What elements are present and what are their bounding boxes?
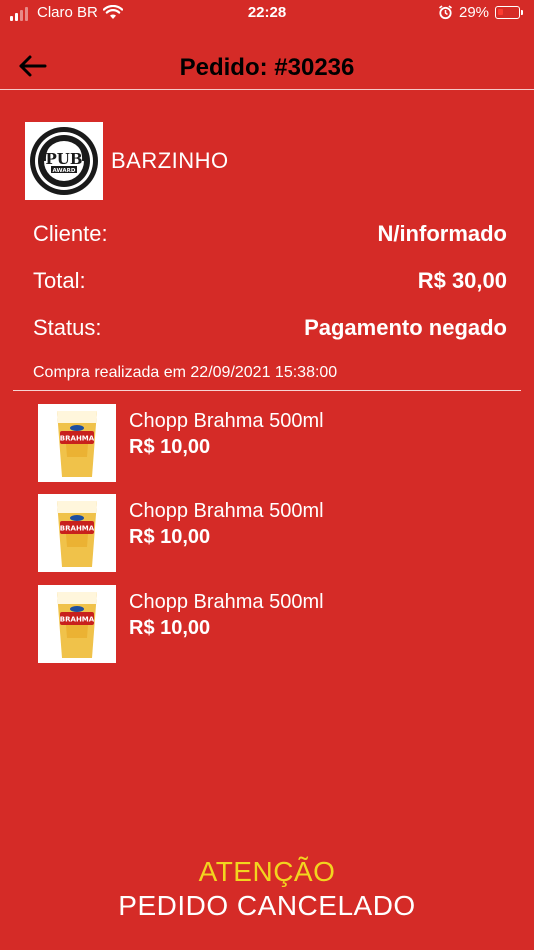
header-divider: [0, 89, 534, 90]
store-name: BARZINHO: [111, 148, 229, 173]
beer-glass-icon: BRAHMA: [38, 404, 116, 482]
item-price: R$ 10,00: [129, 617, 211, 639]
order-cancelled-label: PEDIDO CANCELADO: [118, 890, 416, 921]
client-label: Cliente:: [33, 221, 108, 246]
store-info: PUB AWARD BARZINHO: [25, 122, 229, 200]
order-item: BRAHMA Chopp Brahma 500ml R$ 10,00: [38, 404, 508, 482]
svg-text:BRAHMA: BRAHMA: [60, 435, 95, 443]
total-label: Total:: [33, 268, 86, 293]
status-label: Status:: [33, 315, 102, 340]
header: Pedido: #30236: [0, 40, 534, 90]
item-name: Chopp Brahma 500ml: [129, 500, 324, 522]
alarm-icon: [438, 5, 453, 24]
item-name: Chopp Brahma 500ml: [129, 591, 324, 613]
battery-icon: [495, 6, 523, 19]
client-row: Cliente: N/informado: [33, 221, 507, 247]
item-name: Chopp Brahma 500ml: [129, 410, 324, 432]
status-value: Pagamento negado: [304, 315, 507, 340]
beer-glass-icon: BRAHMA: [38, 494, 116, 572]
item-price: R$ 10,00: [129, 526, 211, 548]
svg-text:AWARD: AWARD: [53, 168, 76, 174]
order-item: BRAHMA Chopp Brahma 500ml R$ 10,00: [38, 494, 508, 572]
attention-label: ATENÇÃO: [198, 856, 336, 887]
svg-text:BRAHMA: BRAHMA: [60, 616, 95, 624]
status-row: Status: Pagamento negado: [33, 315, 507, 341]
status-bar: Claro BR 22:28 29%: [0, 0, 534, 28]
svg-text:BRAHMA: BRAHMA: [60, 525, 95, 533]
svg-text:PUB: PUB: [45, 150, 82, 168]
beer-glass-icon: BRAHMA: [38, 585, 116, 663]
order-item: BRAHMA Chopp Brahma 500ml R$ 10,00: [38, 585, 508, 663]
item-price: R$ 10,00: [129, 436, 211, 458]
page-title: Pedido: #30236: [179, 54, 355, 81]
total-value: R$ 30,00: [417, 268, 507, 293]
clock-time: 22:28: [247, 4, 287, 21]
total-row: Total: R$ 30,00: [33, 268, 507, 294]
pub-award-logo: PUB AWARD: [25, 122, 103, 200]
purchase-date: Compra realizada em 22/09/2021 15:38:00: [33, 364, 338, 381]
battery-percent: 29%: [459, 4, 490, 21]
list-divider: [13, 390, 521, 391]
client-value: N/informado: [377, 221, 507, 246]
